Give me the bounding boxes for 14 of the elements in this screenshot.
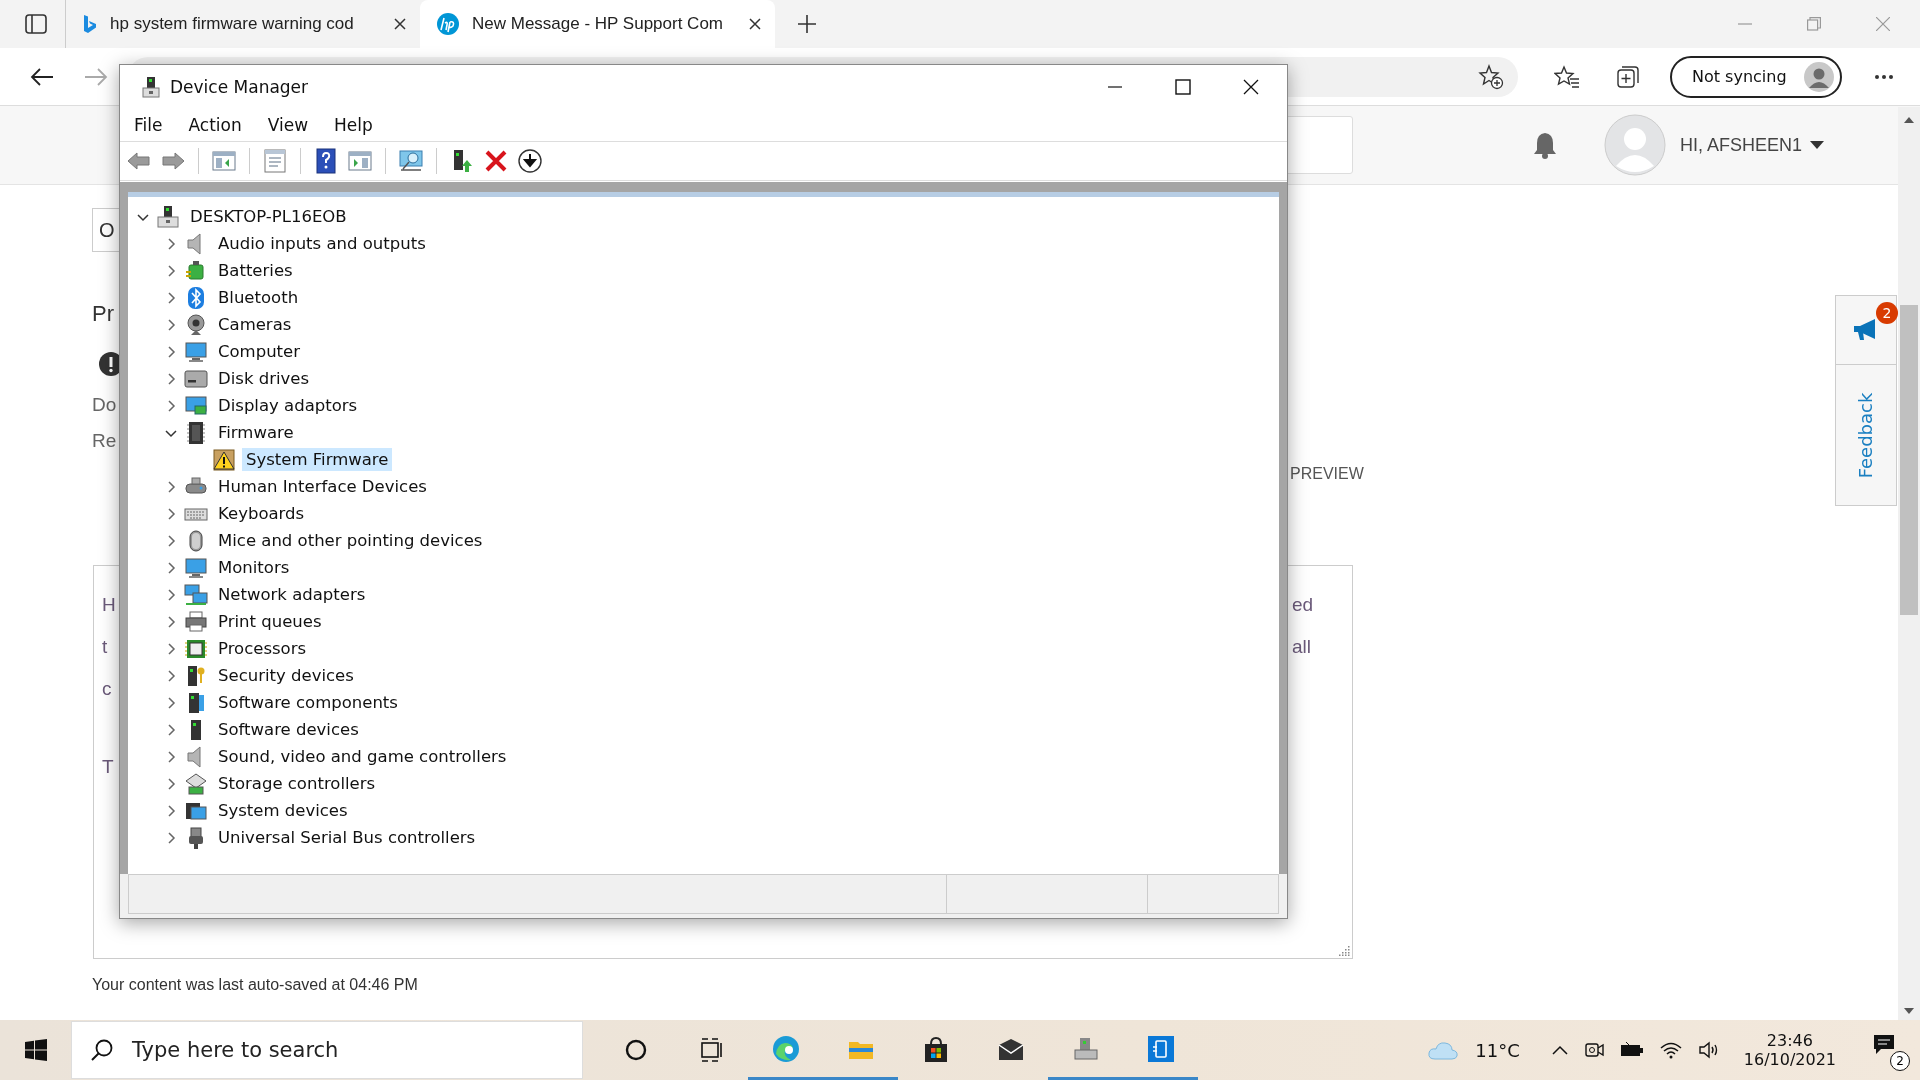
autosave-text: Your content was last auto-saved at 04:46 PM — [92, 976, 418, 994]
notification-count: 2 — [1890, 1051, 1910, 1071]
editor-text: t — [102, 636, 108, 658]
notice-text: Re — [92, 430, 117, 452]
editor-text: T — [102, 756, 114, 778]
heading: Pr — [92, 301, 114, 327]
temperature-text: 11°C — [1475, 1039, 1520, 1061]
editor-text: ed — [1292, 594, 1314, 616]
notification-badge: 2 — [1876, 302, 1898, 324]
editor-text: all — [1292, 636, 1311, 658]
editor-text: c — [102, 678, 112, 700]
notice-text: Do — [92, 394, 117, 416]
window-title: Device Manager — [170, 77, 309, 97]
editor-text: H — [102, 594, 116, 616]
